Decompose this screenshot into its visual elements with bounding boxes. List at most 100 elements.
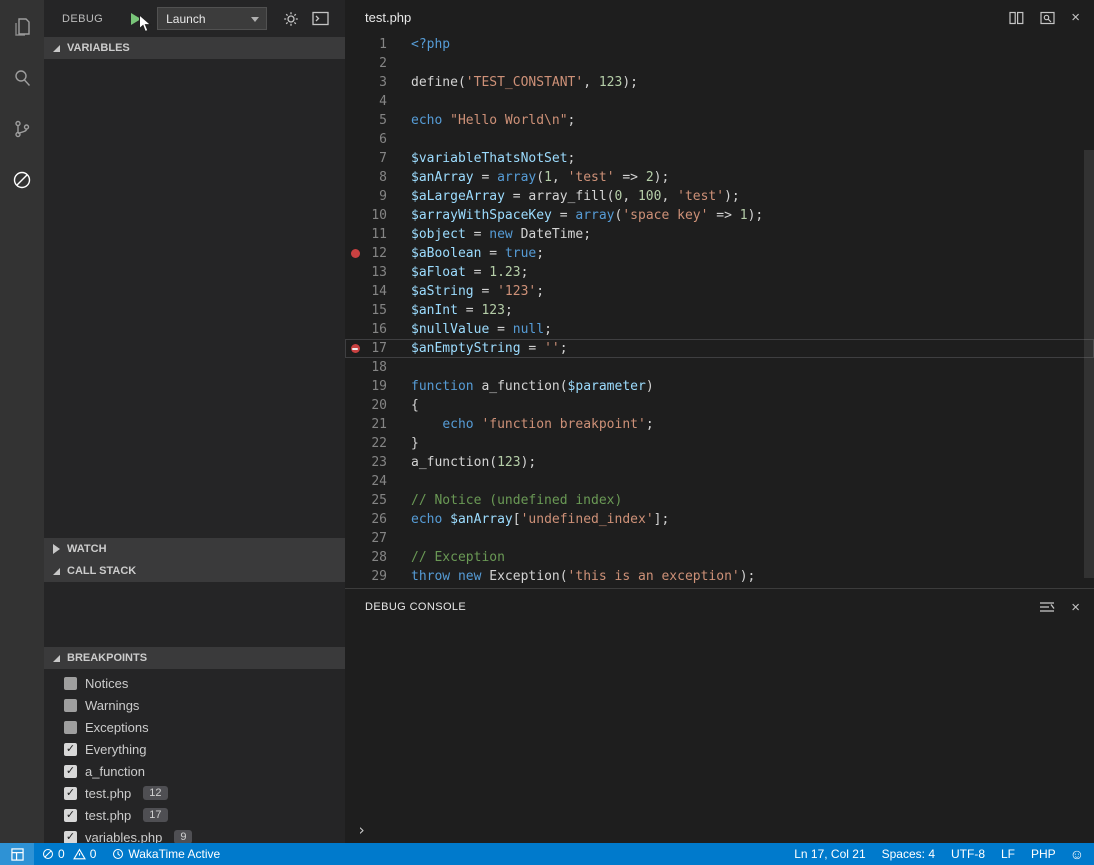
breakpoint-gutter[interactable] [345, 529, 365, 548]
code-line[interactable]: 20{ [345, 396, 1094, 415]
editor-scrollbar[interactable] [1084, 150, 1094, 578]
start-debug-button[interactable] [131, 13, 141, 25]
breakpoint-gutter[interactable] [345, 282, 365, 301]
activity-search-button[interactable] [9, 65, 35, 91]
breakpoint-gutter[interactable] [345, 567, 365, 586]
breakpoint-gutter[interactable] [345, 453, 365, 472]
code-line[interactable]: 16$nullValue = null; [345, 320, 1094, 339]
configure-gear-button[interactable] [283, 11, 299, 27]
code-line[interactable]: 5echo "Hello World\n"; [345, 111, 1094, 130]
breakpoint-item[interactable]: Exceptions [44, 716, 345, 738]
code-line[interactable]: 7$variableThatsNotSet; [345, 149, 1094, 168]
breakpoint-item[interactable]: Warnings [44, 694, 345, 716]
code-line[interactable]: 24 [345, 472, 1094, 491]
eol-indicator[interactable]: LF [993, 843, 1023, 865]
breakpoint-checkbox[interactable] [64, 677, 77, 690]
code-line[interactable]: 8$anArray = array(1, 'test' => 2); [345, 168, 1094, 187]
breakpoint-gutter[interactable] [345, 510, 365, 529]
breakpoint-checkbox[interactable] [64, 721, 77, 734]
code-line[interactable]: 27 [345, 529, 1094, 548]
breakpoint-gutter[interactable] [345, 92, 365, 111]
code-line[interactable]: 19function a_function($parameter) [345, 377, 1094, 396]
code-line[interactable]: 9$aLargeArray = array_fill(0, 100, 'test… [345, 187, 1094, 206]
code-line[interactable]: 28// Exception [345, 548, 1094, 567]
open-debug-console-button[interactable] [312, 11, 329, 26]
cursor-position-indicator[interactable]: Ln 17, Col 21 [786, 843, 873, 865]
tab-test-php[interactable]: test.php [345, 0, 425, 35]
code-line[interactable]: 25// Notice (undefined index) [345, 491, 1094, 510]
code-line[interactable]: 4 [345, 92, 1094, 111]
breakpoint-gutter[interactable] [345, 225, 365, 244]
code-line[interactable]: 10$arrayWithSpaceKey = array('space key'… [345, 206, 1094, 225]
breakpoint-gutter[interactable] [345, 54, 365, 73]
code-line[interactable]: 22} [345, 434, 1094, 453]
indentation-indicator[interactable]: Spaces: 4 [874, 843, 943, 865]
code-line[interactable]: 11$object = new DateTime; [345, 225, 1094, 244]
code-line[interactable]: 3define('TEST_CONSTANT', 123); [345, 73, 1094, 92]
breakpoint-item[interactable]: ✓variables.php9 [44, 826, 345, 843]
breakpoint-gutter[interactable] [345, 320, 365, 339]
breakpoint-checkbox[interactable] [64, 699, 77, 712]
code-line[interactable]: 13$aFloat = 1.23; [345, 263, 1094, 282]
breakpoint-item[interactable]: ✓test.php12 [44, 782, 345, 804]
code-line[interactable]: 29throw new Exception('this is an except… [345, 567, 1094, 586]
feedback-smiley-icon[interactable]: ☺ [1064, 846, 1094, 862]
code-line[interactable]: 26echo $anArray['undefined_index']; [345, 510, 1094, 529]
close-editor-button[interactable]: × [1071, 9, 1080, 26]
breakpoint-item[interactable]: ✓Everything [44, 738, 345, 760]
window-layout-button[interactable] [0, 843, 34, 865]
breakpoint-gutter[interactable] [345, 396, 365, 415]
clear-console-button[interactable] [1039, 600, 1055, 614]
breakpoint-gutter[interactable] [345, 377, 365, 396]
breakpoint-gutter[interactable] [345, 244, 365, 263]
code-line[interactable]: 18 [345, 358, 1094, 377]
breakpoint-checkbox[interactable]: ✓ [64, 831, 77, 844]
activity-source-control-button[interactable] [9, 116, 35, 142]
encoding-indicator[interactable]: UTF-8 [943, 843, 993, 865]
breakpoint-item[interactable]: ✓a_function [44, 760, 345, 782]
debug-console-input[interactable]: › [345, 817, 1094, 843]
errors-warnings-indicator[interactable]: 0 0 [34, 843, 104, 865]
breakpoint-checkbox[interactable]: ✓ [64, 743, 77, 756]
close-panel-button[interactable]: × [1071, 599, 1080, 616]
section-breakpoints[interactable]: BREAKPOINTS [44, 647, 345, 669]
breakpoint-gutter[interactable] [345, 339, 365, 358]
preview-button[interactable] [1040, 11, 1055, 25]
code-line[interactable]: 21 echo 'function breakpoint'; [345, 415, 1094, 434]
breakpoint-gutter[interactable] [345, 187, 365, 206]
breakpoint-gutter[interactable] [345, 415, 365, 434]
code-line[interactable]: 2 [345, 54, 1094, 73]
code-line[interactable]: 1<?php [345, 35, 1094, 54]
breakpoint-gutter[interactable] [345, 434, 365, 453]
breakpoint-gutter[interactable] [345, 263, 365, 282]
breakpoint-icon[interactable] [351, 249, 360, 258]
breakpoint-item[interactable]: Notices [44, 672, 345, 694]
code-line[interactable]: 17$anEmptyString = ''; [345, 339, 1094, 358]
breakpoint-gutter[interactable] [345, 130, 365, 149]
breakpoint-disabled-icon[interactable] [351, 344, 360, 353]
wakatime-status[interactable]: WakaTime Active [104, 843, 228, 865]
code-line[interactable]: 15$anInt = 123; [345, 301, 1094, 320]
code-line[interactable]: 23a_function(123); [345, 453, 1094, 472]
code-line[interactable]: 12$aBoolean = true; [345, 244, 1094, 263]
breakpoint-gutter[interactable] [345, 111, 365, 130]
breakpoint-gutter[interactable] [345, 168, 365, 187]
breakpoint-item[interactable]: ✓test.php17 [44, 804, 345, 826]
language-mode-indicator[interactable]: PHP [1023, 843, 1064, 865]
breakpoint-gutter[interactable] [345, 149, 365, 168]
breakpoint-checkbox[interactable]: ✓ [64, 809, 77, 822]
breakpoint-gutter[interactable] [345, 73, 365, 92]
code-line[interactable]: 14$aString = '123'; [345, 282, 1094, 301]
breakpoint-gutter[interactable] [345, 35, 365, 54]
split-editor-button[interactable] [1009, 11, 1024, 25]
breakpoint-checkbox[interactable]: ✓ [64, 765, 77, 778]
breakpoint-gutter[interactable] [345, 491, 365, 510]
section-watch[interactable]: WATCH [44, 538, 345, 560]
breakpoint-gutter[interactable] [345, 472, 365, 491]
breakpoint-gutter[interactable] [345, 301, 365, 320]
activity-explorer-button[interactable] [9, 14, 35, 40]
code-line[interactable]: 6 [345, 130, 1094, 149]
section-variables[interactable]: VARIABLES [44, 37, 345, 59]
breakpoint-gutter[interactable] [345, 206, 365, 225]
breakpoint-gutter[interactable] [345, 358, 365, 377]
